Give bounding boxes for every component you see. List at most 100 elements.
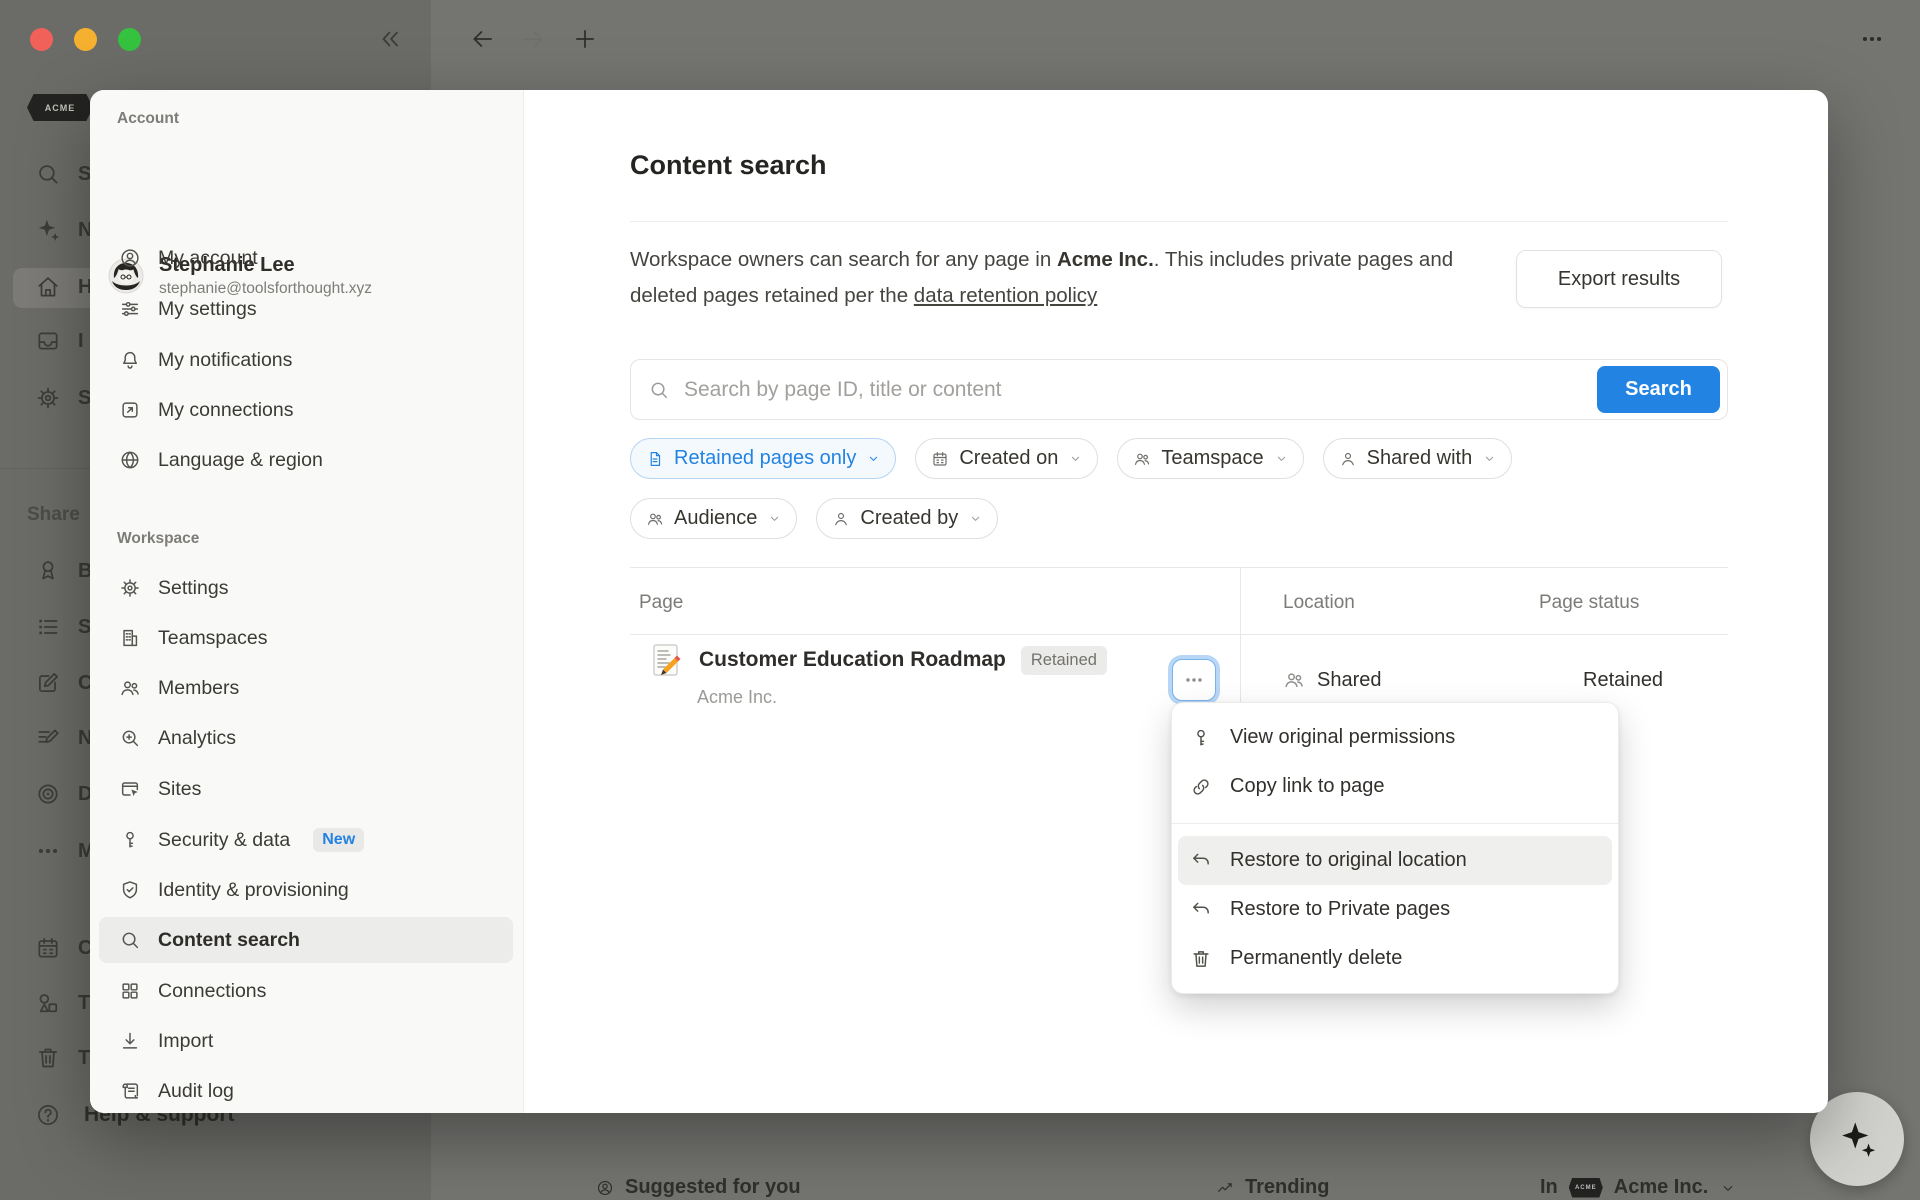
workspace-filter[interactable]: In ACME Acme Inc.: [1540, 1176, 1737, 1199]
scroll-icon: [119, 1080, 141, 1102]
trending-tab[interactable]: Trending: [1216, 1176, 1329, 1199]
sliders-icon: [119, 298, 141, 320]
menu-divider: [1172, 823, 1618, 824]
sidebar-item-security-data[interactable]: Security & data New: [99, 817, 513, 863]
bell-icon: [119, 349, 141, 371]
sidebar-item-teamspaces[interactable]: Teamspaces: [99, 615, 513, 661]
menu-item-restore-to-private-pages[interactable]: Restore to Private pages: [1178, 885, 1612, 934]
minimize-window-button[interactable]: [74, 28, 97, 51]
suggested-for-you-tab[interactable]: Suggested for you: [596, 1176, 801, 1199]
filter-chip-shared-with[interactable]: Shared with: [1323, 438, 1513, 479]
chevron-down-icon: [1719, 1179, 1737, 1197]
ai-sparkle-icon[interactable]: [35, 217, 61, 243]
menu-item-view-original-permissions[interactable]: View original permissions: [1178, 713, 1612, 762]
undo-arrow-icon: [1190, 899, 1212, 921]
user-circle-icon: [119, 247, 141, 269]
search-input[interactable]: [682, 377, 1585, 403]
zoom-window-button[interactable]: [118, 28, 141, 51]
sidebar-item-my-settings[interactable]: My settings: [99, 286, 513, 332]
sidebar-item-my-connections[interactable]: My connections: [99, 387, 513, 433]
gear-icon[interactable]: [35, 385, 61, 411]
filter-chip-teamspace[interactable]: Teamspace: [1117, 438, 1303, 479]
help-icon[interactable]: [35, 1102, 61, 1128]
list-icon[interactable]: [35, 614, 61, 640]
people-icon: [1133, 450, 1151, 468]
home-icon[interactable]: [35, 274, 61, 300]
filter-chip-audience[interactable]: Audience: [630, 498, 797, 539]
external-link-icon: [119, 399, 141, 421]
sidebar-item-my-notifications[interactable]: My notifications: [99, 337, 513, 383]
menu-item-copy-link-to-page[interactable]: Copy link to page: [1178, 762, 1612, 811]
export-results-button[interactable]: Export results: [1516, 250, 1722, 308]
chevron-down-icon: [767, 511, 782, 526]
close-window-button[interactable]: [30, 28, 53, 51]
filter-chip-created-by[interactable]: Created by: [816, 498, 998, 539]
analytics-icon: [119, 727, 141, 749]
sidebar-item-label: Import: [158, 1030, 213, 1053]
sidebar-item-members[interactable]: Members: [99, 665, 513, 711]
more-options-icon[interactable]: [1859, 26, 1885, 52]
search-icon[interactable]: [35, 161, 61, 187]
page-description: Workspace owners can search for any page…: [630, 242, 1510, 314]
collapse-sidebar-icon[interactable]: [377, 26, 403, 52]
doc-pencil-icon[interactable]: [35, 725, 61, 751]
chip-label: Audience: [674, 507, 757, 530]
sidebar-item-audit-log[interactable]: Audit log: [99, 1068, 513, 1113]
sparkle-icon: [1836, 1118, 1878, 1160]
sidebar-item-label: My connections: [158, 399, 293, 422]
page-title: Content search: [630, 150, 827, 181]
calendar-icon[interactable]: [35, 935, 61, 961]
sidebar-item-analytics[interactable]: Analytics: [99, 715, 513, 761]
sidebar-item-settings[interactable]: Settings: [99, 565, 513, 611]
column-header-page-status: Page status: [1539, 592, 1639, 614]
forward-icon[interactable]: [520, 26, 546, 52]
menu-item-label: Copy link to page: [1230, 775, 1385, 798]
globe-icon: [119, 449, 141, 471]
filter-chip-retained-pages-only[interactable]: Retained pages only: [630, 438, 896, 479]
column-header-page: Page: [639, 592, 683, 614]
column-header-location: Location: [1283, 592, 1355, 614]
workspace-badge[interactable]: ACME: [27, 94, 93, 121]
sidebar-item-my-account[interactable]: My account: [99, 235, 513, 281]
filter-chips: Retained pages only Created on Teamspace…: [630, 438, 1690, 539]
table-row[interactable]: Customer Education Roadmap Retained: [648, 642, 1107, 678]
filter-chip-created-on[interactable]: Created on: [915, 438, 1098, 479]
menu-item-permanently-delete[interactable]: Permanently delete: [1178, 934, 1612, 983]
sidebar-item-identity-provisioning[interactable]: Identity & provisioning: [99, 867, 513, 913]
sidebar-item-import[interactable]: Import: [99, 1018, 513, 1064]
compose-icon[interactable]: [35, 670, 61, 696]
description-text: Workspace owners can search for any page…: [630, 248, 1057, 271]
page-title-cell[interactable]: Customer Education Roadmap: [699, 648, 1006, 672]
chevron-down-icon: [1068, 451, 1083, 466]
back-icon[interactable]: [470, 26, 496, 52]
inbox-icon[interactable]: [35, 328, 61, 354]
sidebar-item-sites[interactable]: Sites: [99, 766, 513, 812]
trash-icon[interactable]: [35, 1045, 61, 1071]
menu-item-label: Permanently delete: [1230, 947, 1402, 970]
search-bar: Search: [630, 359, 1728, 420]
people-icon: [1283, 669, 1305, 691]
menu-item-restore-to-original-location[interactable]: Restore to original location: [1178, 836, 1612, 885]
data-retention-policy-link[interactable]: data retention policy: [914, 284, 1097, 307]
target-icon[interactable]: [35, 781, 61, 807]
retained-badge: Retained: [1021, 646, 1107, 675]
menu-item-label: Restore to original location: [1230, 849, 1467, 872]
window-controls[interactable]: [30, 28, 141, 51]
sidebar-item-language-region[interactable]: Language & region: [99, 437, 513, 483]
sidebar-item-content-search[interactable]: Content search: [99, 917, 513, 963]
row-more-actions-button[interactable]: [1172, 659, 1216, 701]
chevron-down-icon: [866, 451, 881, 466]
chevron-down-icon: [1482, 451, 1497, 466]
gear-icon: [119, 577, 141, 599]
new-tab-icon[interactable]: [572, 26, 598, 52]
chip-label: Shared with: [1367, 447, 1473, 470]
sidebar-item-label: Connections: [158, 980, 266, 1003]
account-section-header: Account: [117, 110, 179, 128]
search-button[interactable]: Search: [1597, 366, 1720, 413]
key-ribbon-icon[interactable]: [35, 558, 61, 584]
ellipsis-icon[interactable]: [35, 838, 61, 864]
undo-arrow-icon: [1190, 850, 1212, 872]
menu-item-label: Restore to Private pages: [1230, 898, 1450, 921]
shapes-icon[interactable]: [35, 990, 61, 1016]
sidebar-item-connections[interactable]: Connections: [99, 968, 513, 1014]
